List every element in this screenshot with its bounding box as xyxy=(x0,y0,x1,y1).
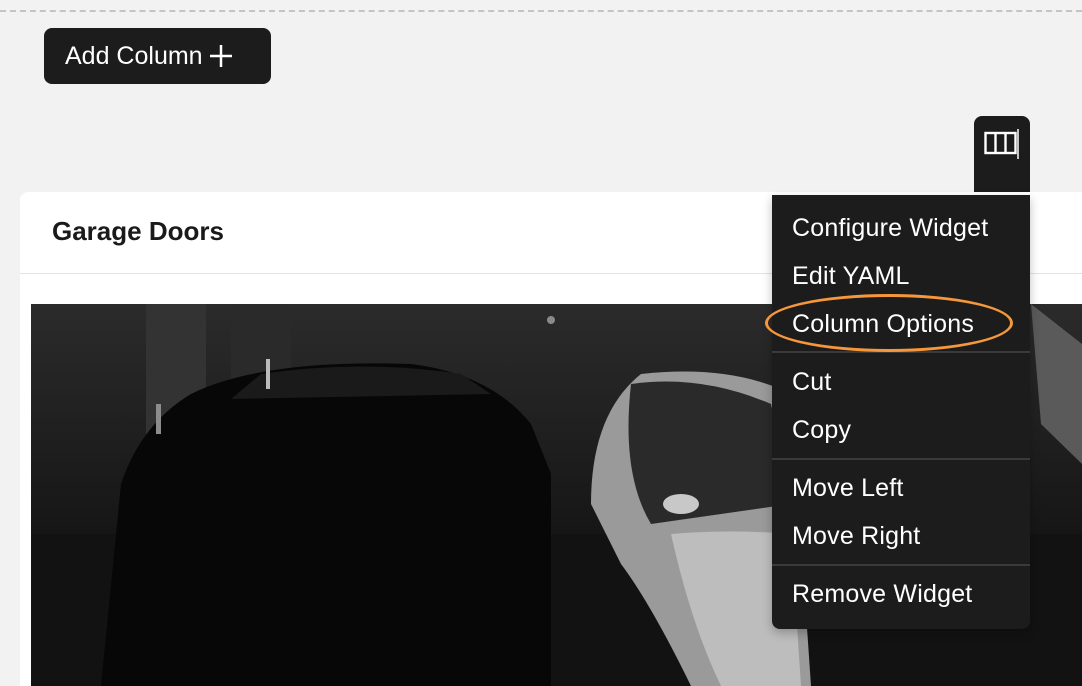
menu-separator xyxy=(772,351,1030,353)
menu-separator xyxy=(772,458,1030,460)
menu-item-move-right[interactable]: Move Right xyxy=(792,521,920,551)
menu-item-remove-widget[interactable]: Remove Widget xyxy=(792,579,972,609)
add-column-button[interactable]: Add Column xyxy=(44,28,271,84)
menu-item-move-left[interactable]: Move Left xyxy=(792,473,904,503)
columns-icon xyxy=(984,128,1020,160)
plus-icon xyxy=(209,44,233,68)
menu-item-cut[interactable]: Cut xyxy=(792,367,832,397)
widget-title: Garage Doors xyxy=(52,216,224,246)
menu-item-configure-widget[interactable]: Configure Widget xyxy=(792,213,988,243)
widget-context-menu: Configure Widget Edit YAML Column Option… xyxy=(772,195,1030,629)
menu-item-edit-yaml[interactable]: Edit YAML xyxy=(792,261,910,291)
column-options-tab[interactable] xyxy=(974,116,1030,192)
add-column-label: Add Column xyxy=(65,41,203,70)
menu-item-column-options[interactable]: Column Options xyxy=(792,309,974,339)
dashed-divider xyxy=(0,10,1082,12)
menu-separator xyxy=(772,564,1030,566)
menu-item-copy[interactable]: Copy xyxy=(792,415,851,445)
